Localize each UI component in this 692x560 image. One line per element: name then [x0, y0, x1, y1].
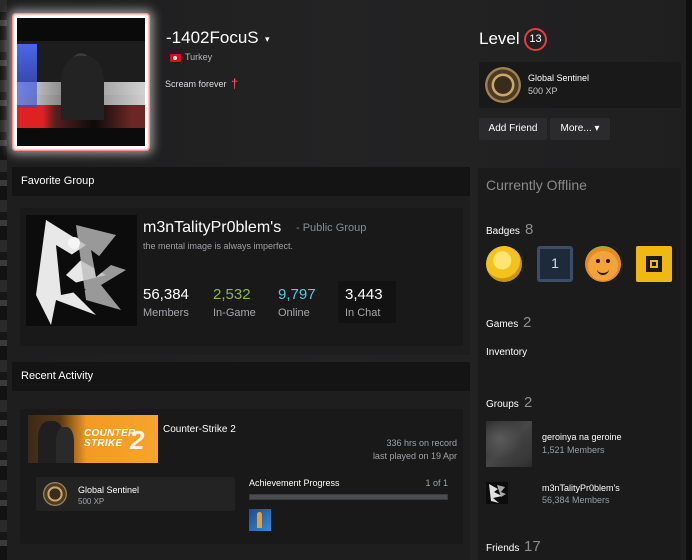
game-hours: 336 hrs on record — [386, 438, 457, 448]
capsule-logo-word-2: STRIKE — [84, 438, 123, 449]
group-type: - Public Group — [296, 222, 367, 234]
groups-count[interactable]: 2 — [524, 394, 532, 411]
favorite-group-header: Favorite Group — [12, 167, 470, 196]
persona-dropdown-icon[interactable]: ▾ — [265, 34, 270, 45]
turkey-flag-icon — [170, 54, 181, 62]
achievement-progress-fill — [250, 495, 447, 499]
group-name[interactable]: geroinya na geroine — [542, 432, 622, 442]
stat-online-label: Online — [278, 307, 310, 319]
achievement-icon[interactable] — [249, 509, 271, 531]
group-thumbnail-art — [486, 482, 508, 504]
global-sentinel-badge-icon[interactable] — [485, 67, 521, 103]
group-avatar-art — [26, 215, 137, 326]
group-headline: the mental image is always imperfect. — [143, 241, 294, 251]
profile-summary: Scream forever — [165, 79, 227, 89]
group-avatar[interactable] — [26, 215, 137, 326]
friends-count[interactable]: 17 — [524, 538, 541, 555]
achievement-progress-label[interactable]: Achievement Progress — [249, 478, 340, 488]
group-name[interactable]: m3nTalityPr0blem's — [143, 219, 281, 237]
level-badge[interactable]: 13 — [524, 28, 547, 51]
recent-activity-header: Recent Activity — [12, 362, 470, 391]
gold-coin-badge-icon[interactable] — [486, 246, 522, 282]
country-label: Turkey — [185, 52, 213, 62]
game-badge-title[interactable]: Global Sentinel — [78, 485, 139, 495]
friends-link[interactable]: Friends — [486, 543, 519, 554]
group-thumbnail[interactable] — [486, 421, 532, 467]
stat-online-value: 9,797 — [278, 286, 316, 303]
groups-link[interactable]: Groups — [486, 399, 519, 410]
smiley-badge-icon[interactable] — [585, 246, 621, 282]
avatar-image — [17, 18, 145, 146]
games-count[interactable]: 2 — [523, 314, 531, 331]
square-badge-icon[interactable] — [636, 246, 672, 282]
persona-name[interactable]: -1402FocuS — [166, 28, 259, 48]
game-capsule[interactable]: COUNTER STRIKE 2 — [28, 415, 158, 463]
capsule-logo-text: COUNTER STRIKE — [84, 429, 136, 449]
game-badge-xp: 500 XP — [78, 497, 105, 506]
scrollbar-track[interactable] — [686, 0, 692, 560]
stat-inchat-value[interactable]: 3,443 — [345, 286, 383, 303]
group-name[interactable]: m3nTalityPr0blem's — [542, 483, 620, 493]
games-link[interactable]: Games — [486, 319, 518, 330]
window-edge — [0, 0, 7, 560]
achievement-progress-count: 1 of 1 — [425, 478, 448, 488]
stat-members-value: 56,384 — [143, 286, 189, 303]
featured-badge-title[interactable]: Global Sentinel — [528, 73, 589, 83]
online-status: Currently Offline — [486, 177, 587, 193]
add-friend-button[interactable]: Add Friend — [479, 118, 547, 140]
cross-icon: † — [231, 76, 239, 91]
stat-ingame-label: In-Game — [213, 307, 256, 319]
profile-avatar[interactable] — [12, 13, 150, 151]
group-members: 56,384 Members — [542, 495, 610, 505]
stat-ingame-value: 2,532 — [213, 286, 251, 303]
more-button[interactable]: More... ▾ — [550, 118, 610, 140]
group-members: 1,521 Members — [542, 445, 605, 455]
soldier-figure-icon — [56, 427, 74, 463]
inventory-link[interactable]: Inventory — [486, 347, 527, 358]
stat-members-label: Members — [143, 307, 189, 319]
badges-count[interactable]: 8 — [525, 221, 533, 238]
achievement-progress-bar — [249, 494, 448, 500]
capsule-logo-number: 2 — [130, 425, 145, 455]
group-thumbnail[interactable] — [486, 482, 508, 504]
game-name[interactable]: Counter-Strike 2 — [163, 424, 236, 435]
global-sentinel-badge-icon[interactable] — [43, 482, 67, 506]
level-label: Level — [479, 29, 520, 48]
badges-link[interactable]: Badges — [486, 226, 520, 237]
years-of-service-badge-icon[interactable]: 1 — [537, 246, 573, 282]
game-last-played: last played on 19 Apr — [372, 451, 457, 461]
featured-badge-xp: 500 XP — [528, 86, 558, 96]
stat-inchat-label[interactable]: In Chat — [345, 307, 380, 319]
